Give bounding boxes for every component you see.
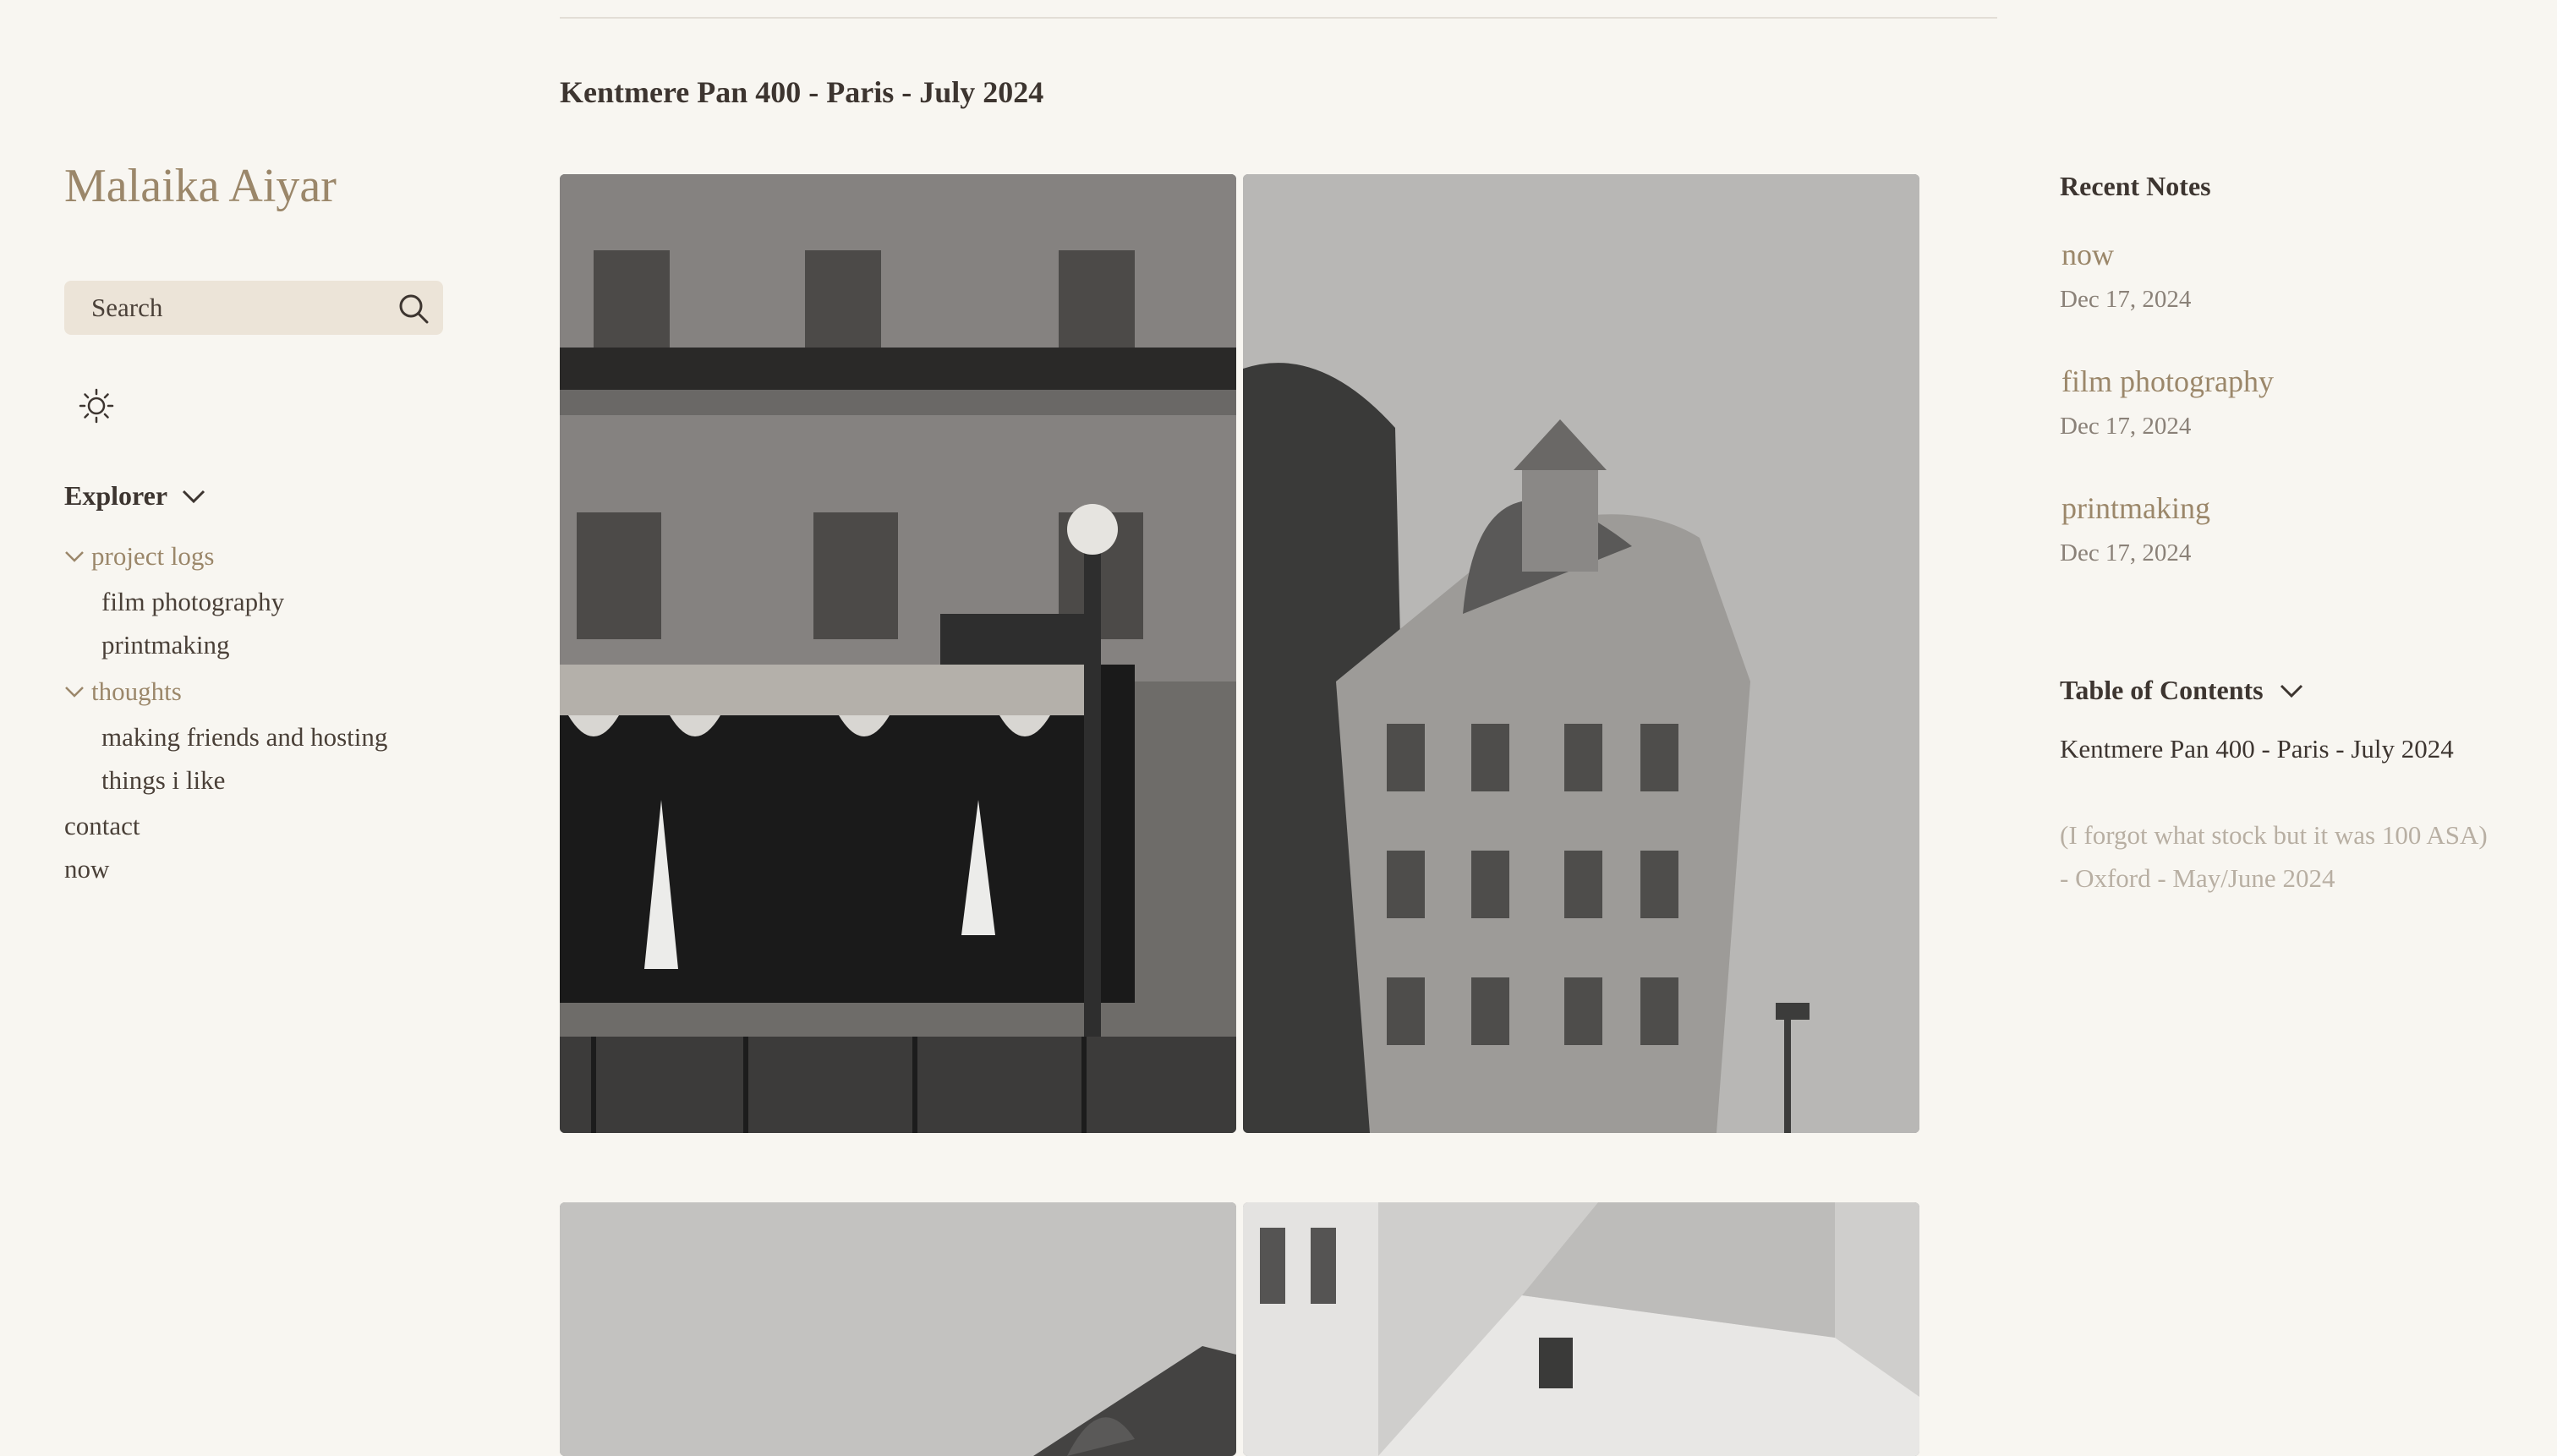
tree-item-film-photography[interactable]: film photography — [101, 587, 284, 617]
toc-item-kentmere[interactable]: Kentmere Pan 400 - Paris - July 2024 — [2060, 727, 2500, 770]
recent-note-date: Dec 17, 2024 — [2060, 539, 2192, 567]
folder-thoughts[interactable]: thoughts — [64, 676, 182, 707]
tree-label: project logs — [91, 541, 215, 571]
search-bar[interactable]: Search — [64, 281, 443, 335]
recent-notes-label: Recent Notes — [2060, 171, 2211, 201]
toc-title: Table of Contents — [2060, 675, 2264, 705]
tree-item-contact[interactable]: contact — [64, 811, 140, 841]
toc-toggle[interactable]: Table of Contents — [2060, 675, 2304, 706]
recent-note-now[interactable]: now — [2061, 237, 2114, 272]
folder-project-logs[interactable]: project logs — [64, 541, 215, 572]
tree-item-making-friends[interactable]: making friends and hosting — [101, 722, 387, 753]
recent-note-date: Dec 17, 2024 — [2060, 286, 2192, 313]
explorer-title: Explorer — [64, 480, 168, 511]
recent-note-printmaking[interactable]: printmaking — [2061, 490, 2210, 526]
tree-item-things-i-like[interactable]: things i like — [101, 765, 225, 796]
photo-cafe-metro[interactable] — [560, 174, 1236, 1133]
site-title[interactable]: Malaika Aiyar — [64, 159, 337, 213]
chevron-down-icon — [181, 480, 206, 512]
sun-icon[interactable] — [78, 387, 115, 424]
tree-label: thoughts — [91, 676, 182, 706]
photo-domed-building[interactable] — [1243, 174, 1919, 1133]
page-title: Kentmere Pan 400 - Paris - July 2024 — [560, 75, 1044, 109]
tree-item-now[interactable]: now — [64, 854, 109, 884]
photo-building-corner[interactable] — [1243, 1202, 1919, 1456]
explorer-toggle[interactable]: Explorer — [64, 480, 206, 512]
recent-note-film-photography[interactable]: film photography — [2061, 364, 2274, 399]
top-divider — [560, 17, 1997, 19]
recent-note-date: Dec 17, 2024 — [2060, 413, 2192, 440]
chevron-down-icon — [65, 551, 84, 562]
tree-item-printmaking[interactable]: printmaking — [101, 630, 230, 660]
toc-item-oxford[interactable]: (I forgot what stock but it was 100 ASA)… — [2060, 813, 2500, 900]
chevron-down-icon — [2279, 675, 2304, 706]
chevron-down-icon — [65, 687, 84, 698]
photo-sky-trees[interactable] — [560, 1202, 1236, 1456]
search-label: Search — [91, 293, 163, 322]
recent-notes-title: Recent Notes — [2060, 171, 2211, 202]
search-icon[interactable] — [397, 293, 430, 325]
